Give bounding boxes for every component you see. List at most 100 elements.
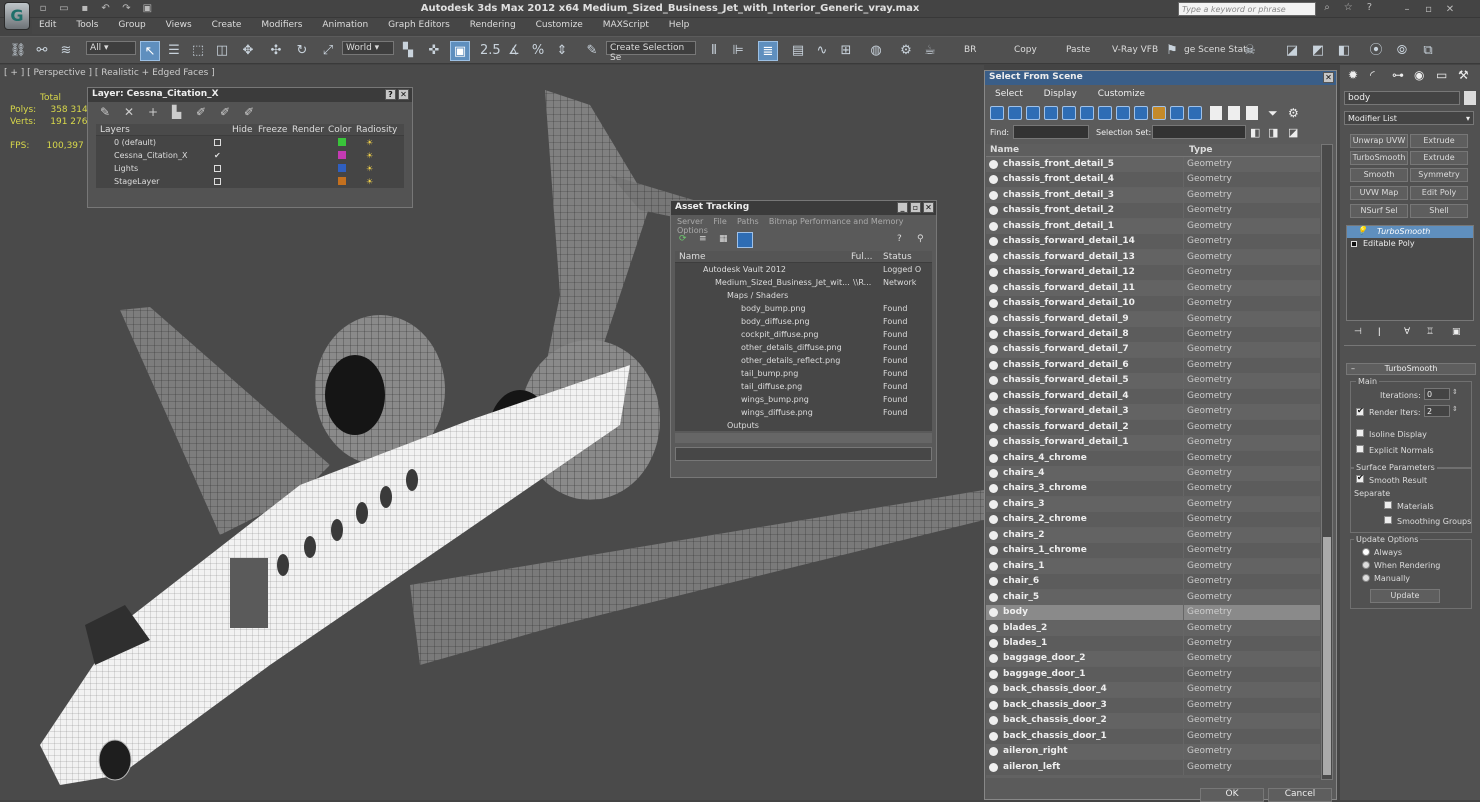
selection-set-dropdown[interactable] xyxy=(1152,125,1246,139)
layer-color-swatch[interactable] xyxy=(338,151,346,159)
manually-radio[interactable] xyxy=(1362,574,1370,582)
asset-menu-bitmap[interactable]: Bitmap Performance and Memory xyxy=(769,217,904,226)
scene-object-row[interactable]: baggage_door_2 Geometry xyxy=(986,651,1320,667)
select-invert-icon[interactable] xyxy=(1246,106,1258,120)
modifier-list-dropdown[interactable]: Modifier List ▾ xyxy=(1344,111,1474,125)
nsurf-sel-button[interactable]: NSurf Sel xyxy=(1350,204,1408,218)
info-icon[interactable]: ? xyxy=(1362,2,1376,14)
spinner-arrows-icon[interactable]: ⇕ xyxy=(1452,405,1460,417)
table-view-icon[interactable] xyxy=(737,232,753,248)
sfs-titlebar[interactable]: Select From Scene ✕ xyxy=(985,71,1336,85)
scene-object-row[interactable]: chassis_forward_detail_2 Geometry xyxy=(986,419,1320,435)
isoline-display-checkbox[interactable] xyxy=(1356,429,1364,437)
scene-object-row[interactable]: blades_2 Geometry xyxy=(986,620,1320,636)
maximize-icon[interactable]: ▫ xyxy=(910,202,921,213)
scene-states-icon[interactable]: ⚑ xyxy=(1162,41,1182,61)
menu-maxscript[interactable]: MAXScript xyxy=(603,20,649,30)
scene-object-row[interactable]: chassis_front_detail_5 Geometry xyxy=(986,157,1320,172)
scene-object-row[interactable]: chassis_front_detail_4 Geometry xyxy=(986,172,1320,188)
asset-menu-file[interactable]: File xyxy=(713,217,726,226)
scene-object-row[interactable]: chairs_4_chrome Geometry xyxy=(986,450,1320,466)
col-freeze[interactable]: Freeze xyxy=(258,125,287,135)
sfs-scroll-thumb[interactable] xyxy=(1323,537,1331,775)
scene-object-row[interactable]: back_chassis_door_1 Geometry xyxy=(986,728,1320,744)
maximize-icon[interactable]: ▫ xyxy=(1422,4,1436,16)
extrude-button[interactable]: Extrude xyxy=(1410,134,1468,148)
hierarchy-tab-icon[interactable]: ⊶ xyxy=(1392,68,1404,82)
menu-animation[interactable]: Animation xyxy=(322,20,368,30)
close-icon[interactable]: ✕ xyxy=(1443,4,1457,16)
asset-row[interactable]: wings_bump.png Found xyxy=(675,393,932,406)
asset-row[interactable]: Maps / Shaders xyxy=(675,289,932,302)
scene-object-row[interactable]: aileron_right Geometry xyxy=(986,744,1320,760)
materials-checkbox[interactable] xyxy=(1384,501,1392,509)
current-layer-icon[interactable] xyxy=(214,139,221,146)
display-helpers-icon[interactable] xyxy=(1062,106,1076,120)
extrude-2-button[interactable]: Extrude xyxy=(1410,151,1468,165)
when-rendering-radio[interactable] xyxy=(1362,561,1370,569)
unlink-icon[interactable]: ⚯ xyxy=(32,41,52,61)
spinner-snap-icon[interactable]: ⇕ xyxy=(552,41,572,61)
percent-snap-icon[interactable]: % xyxy=(528,41,548,61)
scene-object-row[interactable]: chassis_forward_detail_3 Geometry xyxy=(986,404,1320,420)
asset-row[interactable]: other_details_reflect.png Found xyxy=(675,354,932,367)
show-end-result-icon[interactable]: ǀ xyxy=(1378,327,1381,337)
col-hide[interactable]: Hide xyxy=(232,125,253,135)
menu-tools[interactable]: Tools xyxy=(76,20,98,30)
radiosity-icon[interactable]: ☀ xyxy=(366,164,373,173)
col-name[interactable]: Name xyxy=(679,252,706,262)
smoothing-groups-checkbox[interactable] xyxy=(1384,516,1392,524)
select-all-icon[interactable] xyxy=(1210,106,1222,120)
star-icon[interactable]: ☆ xyxy=(1341,2,1355,14)
scene-object-row[interactable]: aileron_left Geometry xyxy=(986,759,1320,775)
always-radio[interactable] xyxy=(1362,548,1370,556)
scene-object-row[interactable]: chassis_front_detail_3 Geometry xyxy=(986,187,1320,203)
pin-icon[interactable]: ⚲ xyxy=(917,234,924,244)
display-geometry-icon[interactable] xyxy=(990,106,1004,120)
scene-object-row[interactable]: baggage_door_1 Geometry xyxy=(986,666,1320,682)
asset-menu-server[interactable]: Server xyxy=(677,217,703,226)
scene-object-row[interactable]: chassis_forward_detail_4 Geometry xyxy=(986,388,1320,404)
layer-row[interactable]: Cessna_Citation_X ✔ ☀ xyxy=(96,149,404,162)
scene-object-row[interactable]: chassis_forward_detail_6 Geometry xyxy=(986,357,1320,373)
scene-object-row[interactable]: chairs_3_chrome Geometry xyxy=(986,481,1320,497)
skull-icon[interactable]: ☠ xyxy=(1240,41,1260,61)
create-tab-icon[interactable]: ✹ xyxy=(1348,68,1358,82)
utilities-tab-icon[interactable]: ⚒ xyxy=(1458,68,1469,82)
app-logo-icon[interactable]: G xyxy=(4,2,30,30)
explicit-normals-checkbox[interactable] xyxy=(1356,445,1364,453)
asset-row[interactable]: Autodesk Vault 2012 Logged O xyxy=(675,263,932,276)
scene-object-row[interactable]: chair_5 Geometry xyxy=(986,589,1320,605)
scene-object-row[interactable]: blades_1 Geometry xyxy=(986,635,1320,651)
lightbulb-icon[interactable]: 💡 xyxy=(1357,226,1367,235)
asset-row[interactable]: body_bump.png Found xyxy=(675,302,932,315)
col-full[interactable]: Ful... xyxy=(851,252,872,262)
pivot-center-icon[interactable]: ▚ xyxy=(398,41,418,61)
scene-object-row[interactable]: back_chassis_door_4 Geometry xyxy=(986,682,1320,698)
render-setup-icon[interactable]: ⚙ xyxy=(896,41,916,61)
scene-object-row[interactable]: chassis_forward_detail_14 Geometry xyxy=(986,234,1320,250)
tool-a-icon[interactable]: ◪ xyxy=(1282,41,1302,61)
menu-edit[interactable]: Edit xyxy=(39,20,56,30)
menu-group[interactable]: Group xyxy=(118,20,145,30)
close-icon[interactable]: ✕ xyxy=(923,202,934,213)
binoculars-icon[interactable]: ⌕ xyxy=(1320,2,1334,14)
pin-stack-icon[interactable]: ⊣ xyxy=(1354,327,1362,337)
iterations-spinner[interactable]: 0 xyxy=(1424,388,1450,400)
col-name[interactable]: Name xyxy=(990,145,1019,155)
col-status[interactable]: Status xyxy=(883,252,912,262)
window-crossing-icon[interactable]: ◫ xyxy=(212,41,232,61)
tool-f-icon[interactable]: ⧉ xyxy=(1418,41,1438,61)
motion-tab-icon[interactable]: ◉ xyxy=(1414,68,1424,82)
named-selection-set-dropdown[interactable]: Create Selection Se xyxy=(606,41,696,63)
selection-set-tool-c-icon[interactable]: ◪ xyxy=(1288,126,1298,139)
select-manipulate-icon[interactable]: ✜ xyxy=(424,41,444,61)
object-color-swatch[interactable] xyxy=(1464,91,1476,105)
layer-row[interactable]: 0 (default) ☀ xyxy=(96,136,404,149)
scale-icon[interactable]: ⤢ xyxy=(318,41,338,61)
radiosity-icon[interactable]: ☀ xyxy=(366,177,373,186)
find-input[interactable] xyxy=(1013,125,1089,139)
shell-button[interactable]: Shell xyxy=(1410,204,1468,218)
display-groups-icon[interactable] xyxy=(1098,106,1112,120)
scene-object-row[interactable]: chairs_1 Geometry xyxy=(986,558,1320,574)
